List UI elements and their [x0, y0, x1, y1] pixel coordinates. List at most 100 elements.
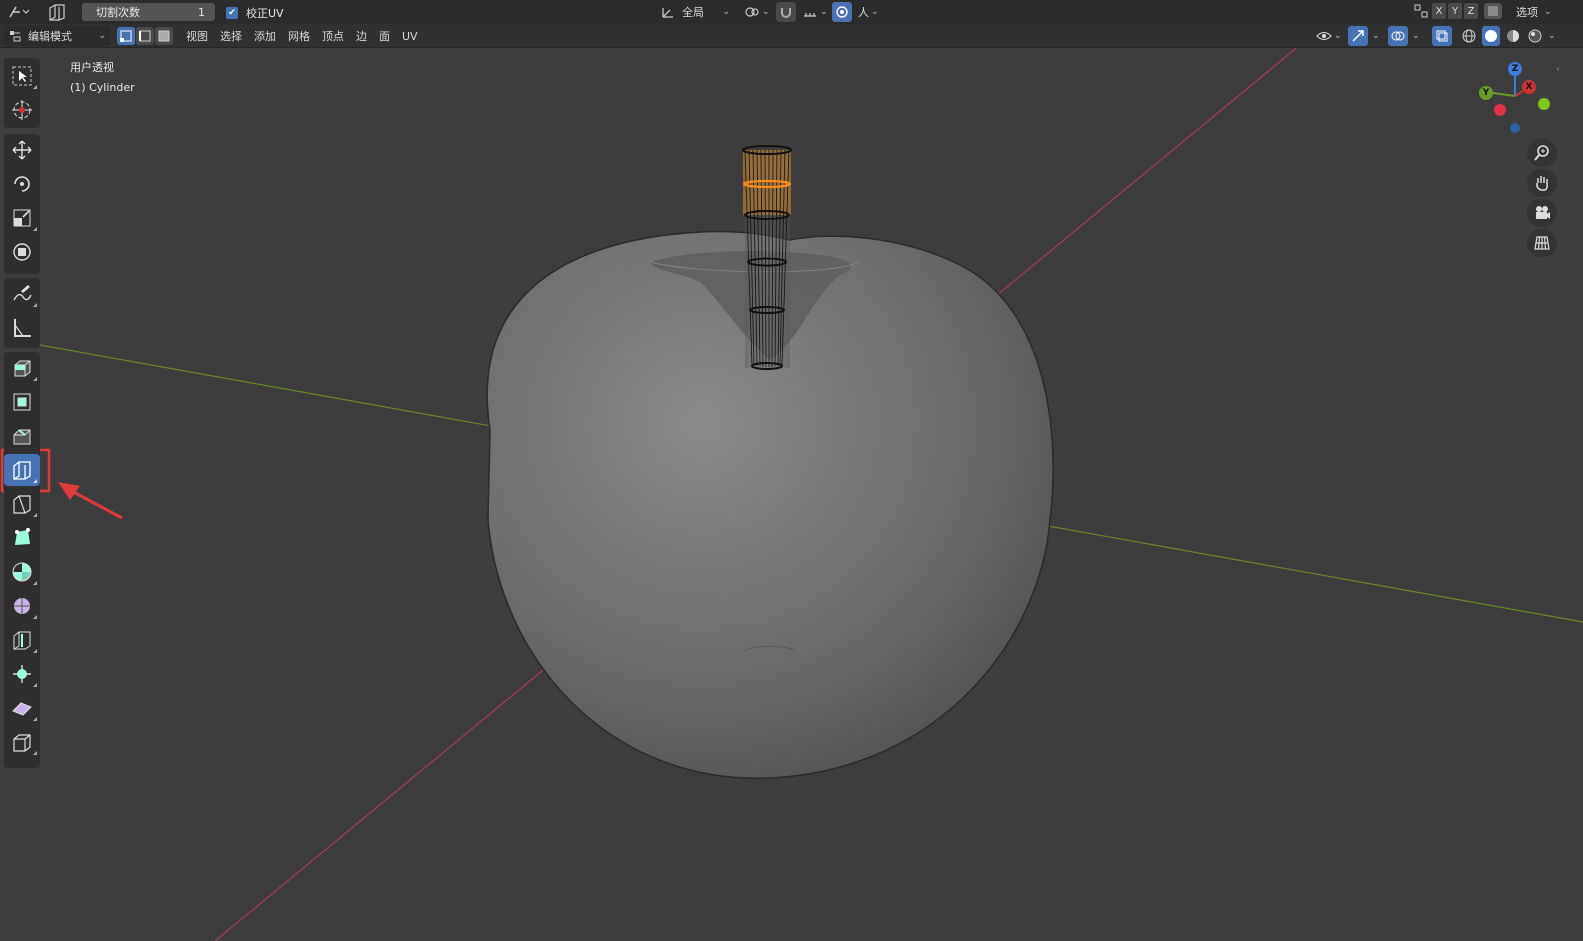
- transform-icon: [11, 241, 33, 263]
- face-select-button[interactable]: [155, 27, 173, 45]
- inset-tool[interactable]: [4, 386, 40, 418]
- rendered-shading-button[interactable]: [1526, 26, 1544, 46]
- correct-uv-toggle[interactable]: ✔ 校正UV: [226, 5, 284, 21]
- camera-view-button[interactable]: [1527, 199, 1557, 227]
- measure-tool[interactable]: [4, 312, 40, 344]
- chevron-down-icon: ⌄: [1334, 31, 1342, 41]
- menu-uv[interactable]: UV: [396, 26, 424, 46]
- select-box-tool[interactable]: [4, 60, 40, 92]
- options-dropdown[interactable]: 选项 ⌄: [1512, 2, 1562, 22]
- edit-mode-icon: [8, 29, 22, 43]
- annotate-tool[interactable]: [4, 278, 40, 310]
- extrude-tool[interactable]: [4, 352, 40, 384]
- rotate-tool[interactable]: [4, 168, 40, 200]
- gizmo-arrow-icon: [1351, 29, 1365, 43]
- checkmark-icon: ✔: [226, 7, 238, 19]
- sidebar-toggle-icon[interactable]: ‹: [1556, 64, 1560, 75]
- ortho-toggle-button[interactable]: [1527, 229, 1557, 257]
- transform-orientation-dropdown[interactable]: 全局 ⌄: [656, 2, 734, 22]
- header-menu: 视图 选择 添加 网格 顶点 边 面 UV: [180, 26, 424, 46]
- material-shading-button[interactable]: [1504, 26, 1522, 46]
- mirror-x-button[interactable]: X: [1432, 3, 1446, 19]
- overlays-toggle[interactable]: [1388, 26, 1408, 46]
- chevron-down-icon: ⌄: [1544, 7, 1552, 17]
- pivot-point-dropdown[interactable]: ⌄: [740, 2, 770, 22]
- xray-toggle[interactable]: [1432, 26, 1452, 46]
- menu-vertex[interactable]: 顶点: [316, 26, 350, 46]
- gizmo-y-axis[interactable]: Y: [1479, 86, 1493, 100]
- camera-icon: [1533, 204, 1551, 222]
- vertex-select-button[interactable]: [117, 27, 135, 45]
- menu-add[interactable]: 添加: [248, 26, 282, 46]
- mode-label: 编辑模式: [28, 30, 72, 43]
- navigation-gizmo[interactable]: Z Y X: [1470, 58, 1560, 148]
- menu-mesh[interactable]: 网格: [282, 26, 316, 46]
- orientation-label: 全局: [682, 6, 704, 19]
- poly-build-tool[interactable]: [4, 522, 40, 554]
- view-name: 用户透视: [70, 61, 114, 74]
- gizmo-toggle[interactable]: [1348, 26, 1368, 46]
- pencil-icon: [11, 283, 33, 305]
- move-tool[interactable]: [4, 134, 40, 166]
- rip-cube-icon: [11, 731, 33, 753]
- hand-icon: [1533, 174, 1551, 192]
- chevron-down-icon: ⌄: [820, 7, 828, 17]
- cylinder-wireframe[interactable]: [742, 145, 792, 370]
- menu-edge[interactable]: 边: [350, 26, 373, 46]
- loop-cut-tool[interactable]: [4, 454, 40, 486]
- overlay-circles-icon: [1391, 29, 1405, 43]
- spin-icon: [11, 561, 33, 583]
- shear-icon: [11, 697, 33, 719]
- chevron-down-icon[interactable]: ⌄: [1412, 31, 1424, 41]
- rip-region-tool[interactable]: [4, 726, 40, 758]
- visibility-dropdown[interactable]: ⌄: [1312, 26, 1344, 46]
- cut-count-field[interactable]: 切割次数 1: [82, 3, 215, 21]
- loop-cut-icon: [11, 459, 33, 481]
- chevron-down-icon[interactable]: ⌄: [1372, 31, 1384, 41]
- menu-select[interactable]: 选择: [214, 26, 248, 46]
- falloff-dropdown[interactable]: 人 ⌄: [854, 2, 884, 22]
- pivot-label: 人: [858, 6, 869, 19]
- tool-menu-button[interactable]: [4, 2, 34, 22]
- shrink-fatten-icon: [11, 663, 33, 685]
- gizmo-x-axis[interactable]: X: [1522, 80, 1536, 94]
- zoom-button[interactable]: [1527, 139, 1557, 167]
- knife-tool[interactable]: [4, 488, 40, 520]
- xray-icon: [1435, 29, 1449, 43]
- smooth-tool[interactable]: [4, 590, 40, 622]
- mirror-icon: [1412, 4, 1430, 18]
- face-select-icon: [158, 30, 170, 42]
- pan-button[interactable]: [1527, 169, 1557, 197]
- cursor-tool[interactable]: [4, 94, 40, 126]
- mode-dropdown[interactable]: 编辑模式 ⌄: [4, 26, 110, 46]
- chevron-down-icon: ⌄: [762, 7, 770, 17]
- mirror-y-button[interactable]: Y: [1448, 3, 1462, 19]
- select-mode-group: [117, 27, 173, 45]
- mirror-z-button[interactable]: Z: [1464, 3, 1478, 19]
- snap-target-dropdown[interactable]: ⌄: [798, 2, 828, 22]
- orientation-axes-icon: [660, 5, 676, 19]
- menu-face[interactable]: 面: [373, 26, 396, 46]
- solid-shading-button[interactable]: [1482, 26, 1500, 46]
- shrink-fatten-tool[interactable]: [4, 658, 40, 690]
- edge-slide-tool[interactable]: [4, 624, 40, 656]
- auto-merge-toggle[interactable]: [1484, 3, 1502, 19]
- proportional-editing-toggle[interactable]: [832, 2, 852, 22]
- spin-tool[interactable]: [4, 556, 40, 588]
- grid-icon: [1533, 234, 1551, 252]
- chevron-down-icon[interactable]: ⌄: [1548, 31, 1560, 41]
- viewport-canvas[interactable]: [0, 0, 1583, 941]
- annotation-arrow: [58, 482, 123, 520]
- bevel-tool[interactable]: [4, 420, 40, 452]
- menu-view[interactable]: 视图: [180, 26, 214, 46]
- options-label: 选项: [1516, 6, 1538, 19]
- loop-cut-tool-icon: [46, 2, 68, 22]
- transform-tool[interactable]: [4, 236, 40, 268]
- scale-tool[interactable]: [4, 202, 40, 234]
- gizmo-z-axis[interactable]: Z: [1508, 62, 1522, 76]
- chevron-down-icon: ⌄: [722, 7, 730, 17]
- shear-tool[interactable]: [4, 692, 40, 724]
- snap-toggle[interactable]: [776, 2, 796, 22]
- wireframe-shading-button[interactable]: [1460, 26, 1478, 46]
- edge-select-button[interactable]: [136, 27, 154, 45]
